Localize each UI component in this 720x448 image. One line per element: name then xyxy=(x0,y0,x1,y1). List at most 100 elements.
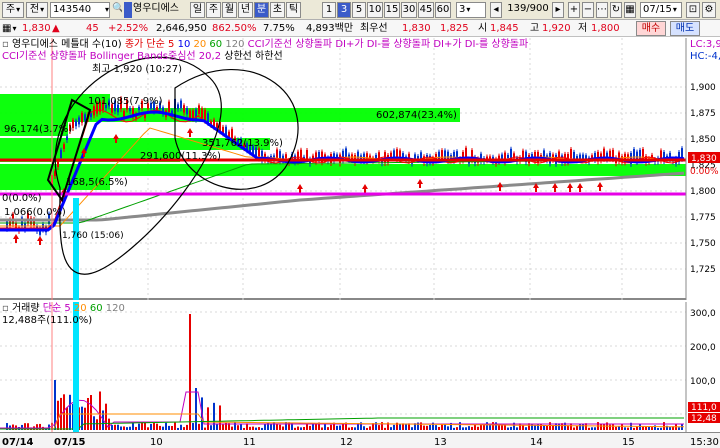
fit-button[interactable]: ⊡ xyxy=(686,2,700,18)
zone-label-2: 602,874(23.4%) xyxy=(376,110,457,121)
period-tick-button[interactable]: 틱 xyxy=(286,2,301,18)
volume-bar xyxy=(189,314,191,430)
volume-tag-b-label: 12,48 xyxy=(691,414,717,424)
volume-bar xyxy=(126,427,128,430)
cursor-marker xyxy=(73,198,79,300)
volume-bar xyxy=(261,427,263,430)
minute-5-button[interactable]: 5 xyxy=(352,2,366,18)
legend-ma-label: 종가 단순 xyxy=(124,39,165,50)
volume-legend-close-icon[interactable]: ▫ xyxy=(2,303,9,314)
candle-body xyxy=(75,120,77,127)
volume-chart-panel[interactable]: 300,0 200,0 100,0 111,0 12,48 ▫ 거래량 단순 5… xyxy=(0,302,720,432)
volume-chart[interactable]: 300,0 200,0 100,0 111,0 12,48 xyxy=(0,302,720,432)
candle-body xyxy=(582,154,584,159)
volume-bar xyxy=(576,425,578,430)
zoom-out-button[interactable]: − xyxy=(582,2,594,18)
zoom-in-button[interactable]: + xyxy=(568,2,580,18)
price-tick-label: 1,900 xyxy=(690,83,716,93)
market-select[interactable]: 전 xyxy=(26,2,48,18)
candle-body xyxy=(441,150,443,160)
volume-bar xyxy=(255,427,257,430)
scroll-left-button[interactable]: ◂ xyxy=(490,2,502,18)
open-label: 시 xyxy=(478,23,488,34)
legend-lower: 하한선 xyxy=(255,51,283,62)
legend-ma10: 10 xyxy=(177,39,191,50)
unit-select[interactable]: ▦ xyxy=(2,22,16,35)
volume-bar xyxy=(441,424,443,430)
minute-3-button[interactable]: 3 xyxy=(337,2,351,18)
candle-body xyxy=(570,148,572,159)
volume-bar xyxy=(639,424,641,430)
calendar-icon[interactable]: ▦ xyxy=(624,2,636,18)
search-icon[interactable]: ▾ xyxy=(105,3,109,17)
volume-bar xyxy=(141,422,143,430)
volume-tick-0: 300,0 xyxy=(690,309,716,319)
price-chart[interactable]: 1,9001,8751,8501,8251,8001,7751,7501,725… xyxy=(0,38,720,300)
volume-pct: 862.50% xyxy=(212,23,257,34)
volume-bar xyxy=(366,427,368,430)
chart-type-select[interactable]: 주 xyxy=(2,2,24,18)
candle-body xyxy=(507,154,509,159)
volume-bar xyxy=(486,422,488,430)
candle-body xyxy=(183,105,185,113)
candle-body xyxy=(198,105,200,114)
minute-30-button[interactable]: 30 xyxy=(401,2,417,18)
interval-input[interactable]: 3 xyxy=(456,2,486,18)
candle-body xyxy=(204,109,206,121)
scroll-right-button[interactable]: ▸ xyxy=(552,2,564,18)
stock-code-input[interactable]: 143540 ▾ xyxy=(50,2,110,18)
volume-value: 2,646,950 xyxy=(156,23,207,34)
buy-signal-arrow-icon xyxy=(13,234,19,243)
best-label: 최우선 xyxy=(360,23,388,34)
search-icon[interactable]: 🔍 xyxy=(112,2,122,18)
time-label-7: 15 xyxy=(622,437,635,448)
period-year-button[interactable]: 년 xyxy=(238,2,253,18)
period-second-button[interactable]: 초 xyxy=(270,2,285,18)
buy-button[interactable]: 매수 xyxy=(636,21,666,36)
minute-10-button[interactable]: 10 xyxy=(367,2,383,18)
period-search-button[interactable]: ⋯ xyxy=(596,2,608,18)
volume-bar xyxy=(504,425,506,430)
legend-close-icon[interactable]: ▫ xyxy=(2,39,9,50)
volume-bar xyxy=(363,426,365,430)
period-week-button[interactable]: 주 xyxy=(206,2,221,18)
buy-signal-arrow-icon xyxy=(37,236,43,245)
candle-body xyxy=(522,150,524,159)
price-chart-panel[interactable]: 1,900 1,875 1,850 1,825 1,800 1,775 1,750 1,725… xyxy=(0,38,720,300)
volume-bar xyxy=(525,427,527,430)
volume-bar xyxy=(240,424,242,430)
high-price: 1,920 xyxy=(542,23,571,34)
settings-icon[interactable]: ⚙ xyxy=(702,2,716,18)
volume-bar xyxy=(342,424,344,430)
time-label-5: 13 xyxy=(434,437,447,448)
volume-bar xyxy=(522,425,524,430)
volume-bar xyxy=(390,427,392,430)
minute-1-button[interactable]: 1 xyxy=(322,2,336,18)
volume-bar xyxy=(321,427,323,430)
buy-signal-arrow-icon xyxy=(417,179,423,188)
period-month-button[interactable]: 월 xyxy=(222,2,237,18)
volume-bar xyxy=(159,425,161,430)
volume-bar xyxy=(219,405,221,430)
minute-60-button[interactable]: 60 xyxy=(435,2,451,18)
date-input[interactable]: 07/15 xyxy=(640,2,682,18)
refresh-button[interactable]: ↻ xyxy=(610,2,622,18)
volume-grid xyxy=(0,311,686,415)
period-minute-button[interactable]: 분 xyxy=(254,2,269,18)
volume-bar xyxy=(117,424,119,430)
minute-45-button[interactable]: 45 xyxy=(418,2,434,18)
price-tick-label: 1,750 xyxy=(690,239,716,249)
legend-upper: 상한선 xyxy=(224,51,252,62)
period-day-button[interactable]: 일 xyxy=(190,2,205,18)
volume-bars xyxy=(6,314,683,430)
sell-button[interactable]: 매도 xyxy=(670,21,700,36)
candle-body xyxy=(84,114,86,121)
candle-body xyxy=(66,136,68,140)
time-axis[interactable]: 07/14 07/15 10 11 12 13 14 15 15:30 xyxy=(0,432,720,448)
candle-body xyxy=(129,107,131,112)
minute-15-button[interactable]: 15 xyxy=(384,2,400,18)
candle-body xyxy=(414,154,416,159)
candle-body xyxy=(285,154,287,159)
volume-bar xyxy=(633,427,635,430)
volume-bar xyxy=(660,427,662,430)
